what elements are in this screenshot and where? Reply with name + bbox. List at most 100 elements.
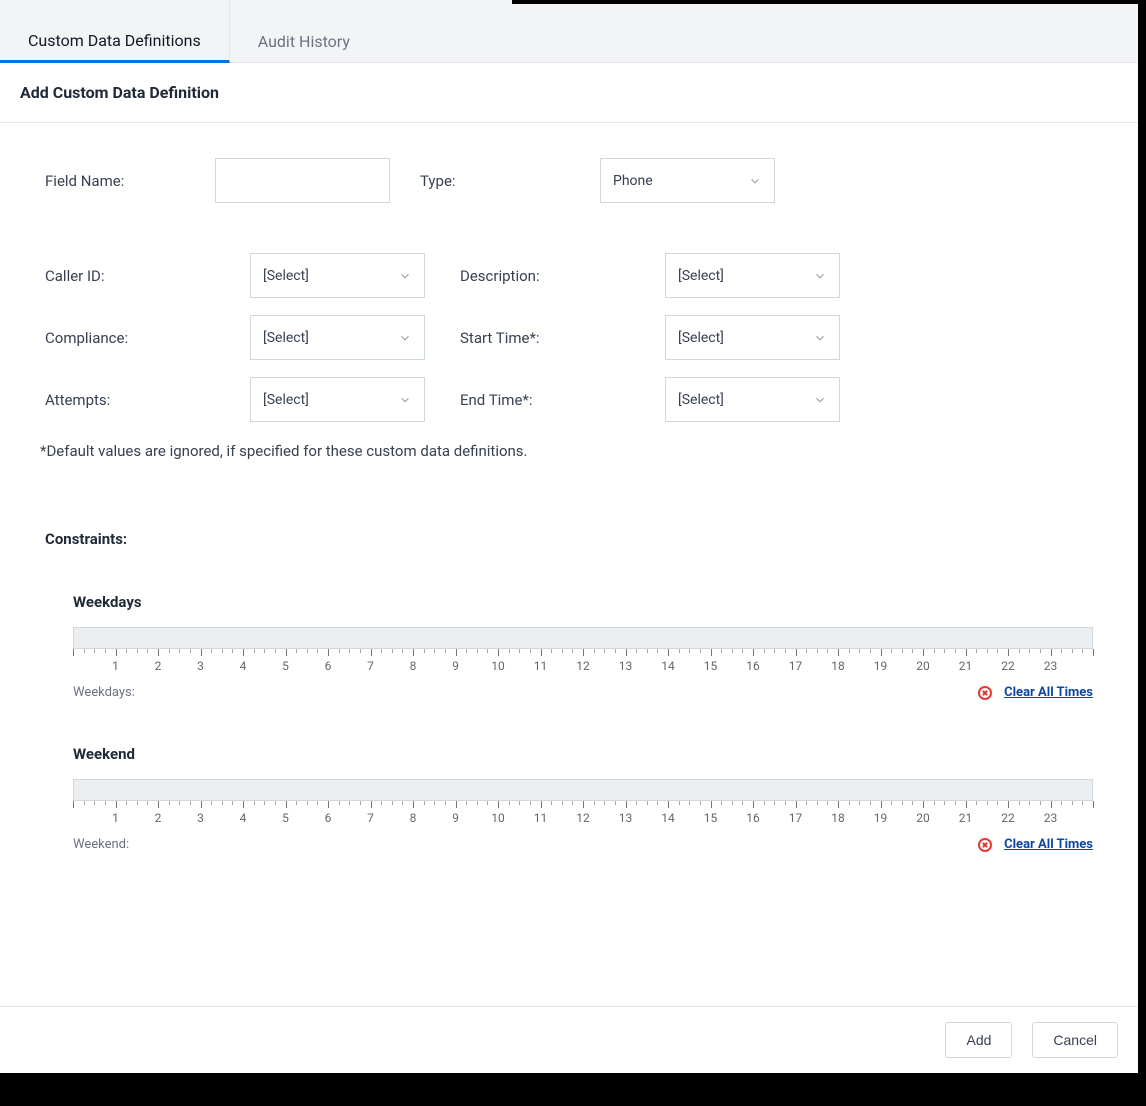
start-time-label: Start Time*: — [460, 329, 665, 347]
tick-label: 16 — [746, 659, 760, 673]
tick-label: 20 — [916, 811, 930, 825]
clear-all-times-link[interactable]: Clear All Times — [1004, 837, 1093, 852]
tick-label: 1 — [112, 659, 119, 673]
chevron-down-icon — [813, 331, 827, 345]
chevron-down-icon — [813, 393, 827, 407]
chevron-down-icon — [748, 174, 762, 188]
tick-label: 6 — [325, 659, 332, 673]
tick-label: 12 — [576, 659, 590, 673]
type-select[interactable]: Phone — [600, 158, 775, 203]
tick-label: 19 — [874, 659, 888, 673]
tick-label: 3 — [197, 811, 204, 825]
tick-label: 3 — [197, 659, 204, 673]
tick-label: 15 — [704, 659, 718, 673]
end-time-select[interactable]: [Select] — [665, 377, 840, 422]
tick-label: 9 — [452, 659, 459, 673]
tick-label: 17 — [789, 811, 803, 825]
attempts-value: [Select] — [263, 392, 309, 408]
tick-label: 8 — [410, 811, 417, 825]
tick-label: 8 — [410, 659, 417, 673]
tick-label: 15 — [704, 811, 718, 825]
constraint-heading: Weekend — [73, 745, 1093, 763]
compliance-label: Compliance: — [45, 329, 250, 347]
tick-label: 2 — [155, 659, 162, 673]
slider-ruler: 1234567891011121314151617181920212223 — [73, 649, 1093, 677]
tick-label: 5 — [282, 811, 289, 825]
tick-label: 21 — [959, 811, 973, 825]
slider-footer: Weekend: Clear All Times — [73, 837, 1093, 852]
tick-label: 19 — [874, 811, 888, 825]
slider-footer: Weekdays: Clear All Times — [73, 685, 1093, 700]
tick-label: 5 — [282, 659, 289, 673]
chevron-down-icon — [398, 269, 412, 283]
field-name-label: Field Name: — [45, 172, 215, 190]
type-label: Type: — [420, 172, 600, 190]
tick-label: 12 — [576, 811, 590, 825]
tick-label: 18 — [831, 659, 845, 673]
tick-label: 10 — [491, 659, 505, 673]
tick-label: 23 — [1044, 659, 1058, 673]
tick-label: 7 — [367, 659, 374, 673]
tick-label: 6 — [325, 811, 332, 825]
slider-footer-label: Weekdays: — [73, 685, 135, 700]
description-select[interactable]: [Select] — [665, 253, 840, 298]
slider-footer-label: Weekend: — [73, 837, 129, 852]
add-button[interactable]: Add — [945, 1022, 1012, 1058]
constraint-group: Weekdays12345678910111213141516171819202… — [45, 593, 1093, 700]
chevron-down-icon — [813, 269, 827, 283]
compliance-value: [Select] — [263, 330, 309, 346]
tick-label: 9 — [452, 811, 459, 825]
end-time-label: End Time*: — [460, 391, 665, 409]
constraint-group: Weekend123456789101112131415161718192021… — [45, 745, 1093, 852]
tick-label: 14 — [661, 659, 675, 673]
field-name-input[interactable] — [215, 158, 390, 203]
tick-label: 11 — [534, 659, 548, 673]
time-range-slider[interactable] — [73, 627, 1093, 649]
description-label: Description: — [460, 267, 665, 285]
constraints-title: Constraints: — [45, 530, 1093, 548]
tick-label: 22 — [1001, 811, 1015, 825]
tick-label: 14 — [661, 811, 675, 825]
tick-label: 4 — [240, 659, 247, 673]
tick-label: 1 — [112, 811, 119, 825]
tick-label: 20 — [916, 659, 930, 673]
tick-label: 11 — [534, 811, 548, 825]
tick-label: 13 — [619, 659, 633, 673]
clear-all-times-link[interactable]: Clear All Times — [1004, 685, 1093, 700]
footnote: *Default values are ignored, if specifie… — [0, 422, 1138, 460]
dialog-footer: Add Cancel — [0, 1006, 1138, 1073]
tick-label: 23 — [1044, 811, 1058, 825]
decorative-black-strip — [512, 0, 1142, 4]
tab-audit-history[interactable]: Audit History — [230, 0, 378, 63]
description-value: [Select] — [678, 268, 724, 284]
tick-label: 22 — [1001, 659, 1015, 673]
chevron-down-icon — [398, 393, 412, 407]
compliance-select[interactable]: [Select] — [250, 315, 425, 360]
tick-label: 2 — [155, 811, 162, 825]
tick-label: 21 — [959, 659, 973, 673]
tab-custom-data-definitions[interactable]: Custom Data Definitions — [0, 0, 230, 63]
tick-label: 4 — [240, 811, 247, 825]
end-time-value: [Select] — [678, 392, 724, 408]
attempts-label: Attempts: — [45, 391, 250, 409]
tick-label: 7 — [367, 811, 374, 825]
tick-label: 16 — [746, 811, 760, 825]
time-range-slider[interactable] — [73, 779, 1093, 801]
clear-icon[interactable] — [978, 686, 992, 700]
clear-icon[interactable] — [978, 838, 992, 852]
tab-bar: Custom Data Definitions Audit History — [0, 0, 1138, 63]
tick-label: 18 — [831, 811, 845, 825]
start-time-value: [Select] — [678, 330, 724, 346]
tick-label: 10 — [491, 811, 505, 825]
slider-ruler: 1234567891011121314151617181920212223 — [73, 801, 1093, 829]
page-title: Add Custom Data Definition — [0, 63, 1138, 123]
start-time-select[interactable]: [Select] — [665, 315, 840, 360]
caller-id-select[interactable]: [Select] — [250, 253, 425, 298]
caller-id-value: [Select] — [263, 268, 309, 284]
cancel-button[interactable]: Cancel — [1032, 1022, 1118, 1058]
caller-id-label: Caller ID: — [45, 267, 250, 285]
type-value: Phone — [613, 173, 653, 189]
tick-label: 13 — [619, 811, 633, 825]
chevron-down-icon — [398, 331, 412, 345]
attempts-select[interactable]: [Select] — [250, 377, 425, 422]
